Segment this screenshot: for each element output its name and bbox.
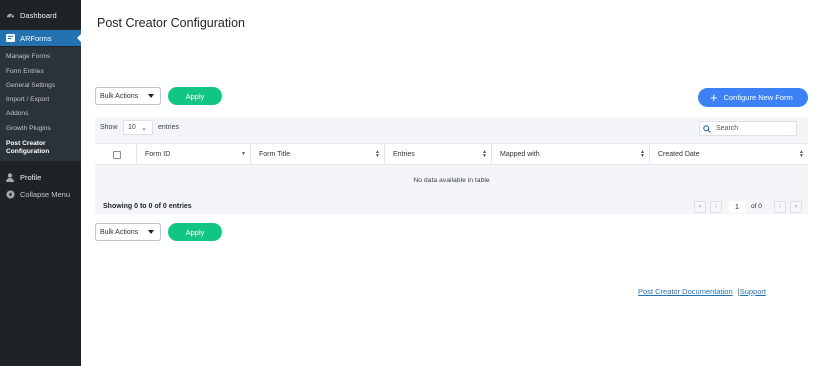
caret-down-icon [148, 230, 154, 234]
page-title: Post Creator Configuration [97, 16, 245, 30]
bulk-actions-label: Bulk Actions [100, 228, 139, 236]
menu-arforms[interactable]: ARForms [0, 30, 81, 46]
apply-button-top[interactable]: Apply [168, 87, 222, 105]
menu-dashboard[interactable]: Dashboard [0, 7, 81, 23]
search-placeholder: Search [716, 125, 739, 132]
column-mapped-with[interactable]: Mapped with ▲ ▼ [491, 144, 649, 165]
entries-label: entries [158, 124, 180, 131]
column-created-date[interactable]: Created Date ▲ ▼ [649, 144, 808, 165]
documentation-link[interactable]: Post Creator Documentation [638, 287, 733, 296]
search-input[interactable]: Search [699, 121, 797, 136]
page-length-value: 10 [128, 124, 136, 131]
submenu-post-creator-line2: Configuration [6, 148, 50, 155]
column-form-id-label: Form ID [145, 151, 171, 158]
prev-page-icon[interactable]: ‹ [710, 201, 722, 213]
menu-dashboard-label: Dashboard [20, 10, 57, 20]
menu-collapse-label: Collapse Menu [20, 189, 71, 199]
select-all-checkbox[interactable] [113, 151, 121, 159]
sort-desc-icon: ▼ [241, 151, 246, 157]
page-of-label: of 0 [751, 203, 762, 210]
column-mapped-with-label: Mapped with [500, 151, 540, 158]
page-length-select[interactable]: 10 ⌄ [123, 120, 153, 135]
dashboard-icon [3, 11, 17, 20]
menu-profile[interactable]: Profile [0, 169, 81, 185]
column-entries[interactable]: Entries ▲ ▼ [384, 144, 491, 165]
submenu-post-creator[interactable]: Post Creator Configuration [6, 140, 49, 156]
admin-sidebar: Dashboard ARForms Manage Forms Form Entr… [0, 0, 81, 366]
page-number[interactable]: 1 [729, 201, 745, 213]
sort-icon: ▲ ▼ [799, 149, 804, 159]
submenu-import-export[interactable]: Import / Export [6, 96, 49, 104]
menu-collapse[interactable]: Collapse Menu [0, 186, 81, 202]
support-link[interactable]: Support [740, 287, 766, 296]
footer-links: Post Creator Documentation |Support [638, 287, 766, 296]
column-entries-label: Entries [393, 151, 415, 158]
forms-table: Show 10 ⌄ entries Search Form ID ▼ Form … [95, 117, 808, 214]
user-icon [3, 172, 17, 182]
submenu-growth-plugins[interactable]: Growth Plugins [6, 125, 51, 133]
empty-table-message: No data available in table [413, 177, 490, 184]
bulk-actions-select-top[interactable]: Bulk Actions [95, 87, 161, 105]
caret-down-icon [148, 94, 154, 98]
show-label: Show [100, 124, 118, 131]
submenu-post-creator-line1: Post Creator [6, 140, 46, 147]
chevron-down-icon: ⌄ [141, 125, 147, 132]
apply-button-bottom[interactable]: Apply [168, 223, 222, 241]
menu-arforms-label: ARForms [20, 33, 52, 43]
collapse-icon [3, 189, 17, 199]
sort-icon: ▲ ▼ [640, 149, 645, 159]
column-form-title[interactable]: Form Title ▲ ▼ [250, 144, 384, 165]
menu-profile-label: Profile [20, 172, 42, 182]
arforms-submenu: Manage Forms Form Entries General Settin… [0, 47, 81, 161]
column-form-title-label: Form Title [259, 151, 291, 158]
bulk-actions-select-bottom[interactable]: Bulk Actions [95, 223, 161, 241]
column-form-id[interactable]: Form ID ▼ [136, 144, 250, 165]
submenu-addons[interactable]: Addons [6, 110, 28, 118]
configure-new-form-label: Configure New Form [723, 93, 793, 102]
first-page-icon[interactable]: « [694, 201, 706, 213]
submenu-general-settings[interactable]: General Settings [6, 82, 55, 90]
last-page-icon[interactable]: » [790, 201, 802, 213]
sort-icon: ▲ ▼ [482, 149, 487, 159]
plus-icon: + [710, 89, 718, 105]
column-created-date-label: Created Date [658, 151, 700, 158]
configure-new-form-button[interactable]: + Configure New Form [698, 88, 808, 107]
arforms-icon [3, 34, 17, 42]
bulk-actions-label: Bulk Actions [100, 92, 139, 100]
search-icon [703, 124, 711, 133]
next-page-icon[interactable]: › [774, 201, 786, 213]
sort-icon: ▲ ▼ [375, 149, 380, 159]
table-header-row: Form ID ▼ Form Title ▲ ▼ Entries ▲ ▼ Mappe… [95, 143, 808, 165]
table-info: Showing 0 to 0 of 0 entries [103, 203, 192, 210]
submenu-manage-forms[interactable]: Manage Forms [6, 53, 50, 61]
submenu-form-entries[interactable]: Form Entries [6, 68, 44, 76]
